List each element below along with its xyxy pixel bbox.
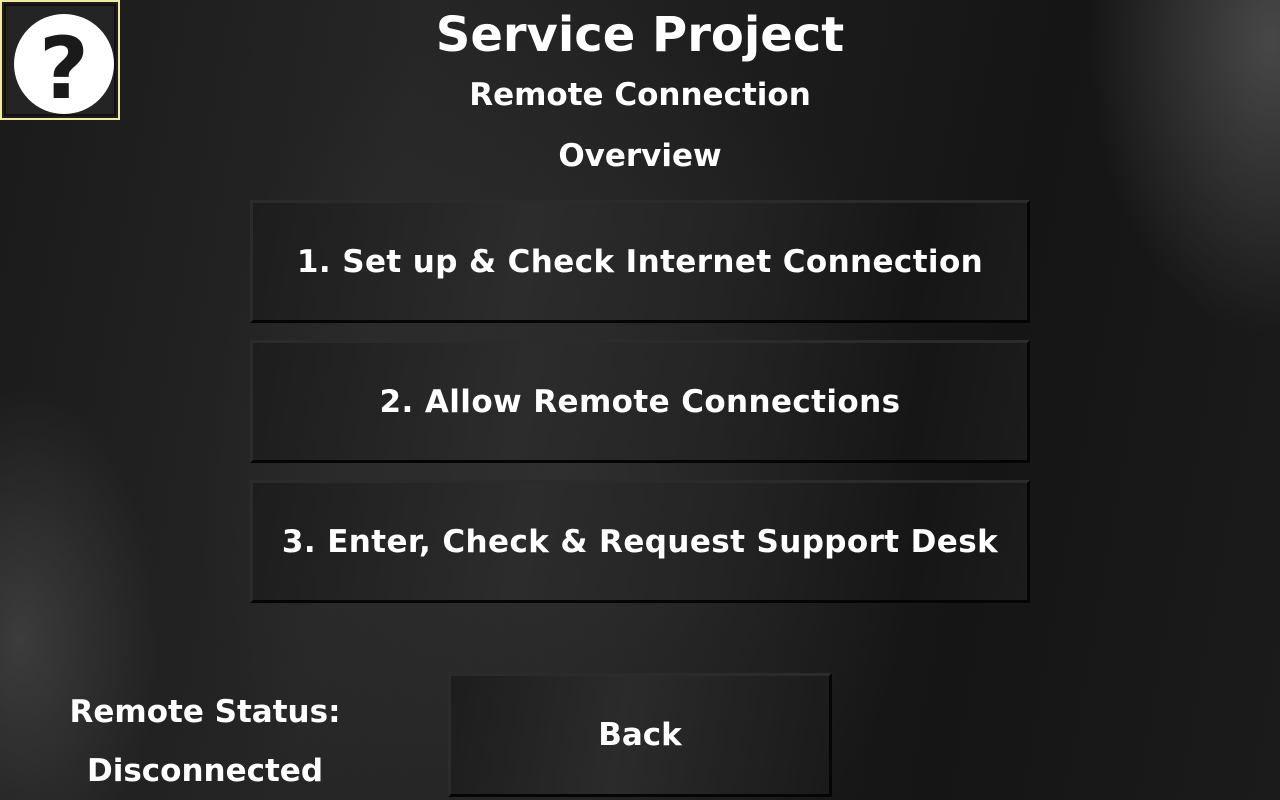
menu-button-label: 3. Enter, Check & Request Support Desk (281, 523, 999, 560)
allow-remote-connections-button[interactable]: 2. Allow Remote Connections (250, 340, 1030, 463)
request-support-desk-button[interactable]: 3. Enter, Check & Request Support Desk (250, 480, 1030, 603)
remote-status-value: Disconnected (86, 753, 324, 789)
page-subtitle: Remote Connection (469, 77, 811, 113)
menu-button-label: 1. Set up & Check Internet Connection (296, 243, 984, 280)
menu-button-label: 2. Allow Remote Connections (379, 383, 901, 420)
section-heading: Overview (558, 138, 722, 174)
back-button-label: Back (598, 717, 682, 753)
setup-internet-connection-button[interactable]: 1. Set up & Check Internet Connection (250, 200, 1030, 323)
remote-status-label: Remote Status: (69, 694, 341, 730)
page-title: Service Project (435, 7, 845, 63)
back-button[interactable]: Back (448, 673, 832, 797)
